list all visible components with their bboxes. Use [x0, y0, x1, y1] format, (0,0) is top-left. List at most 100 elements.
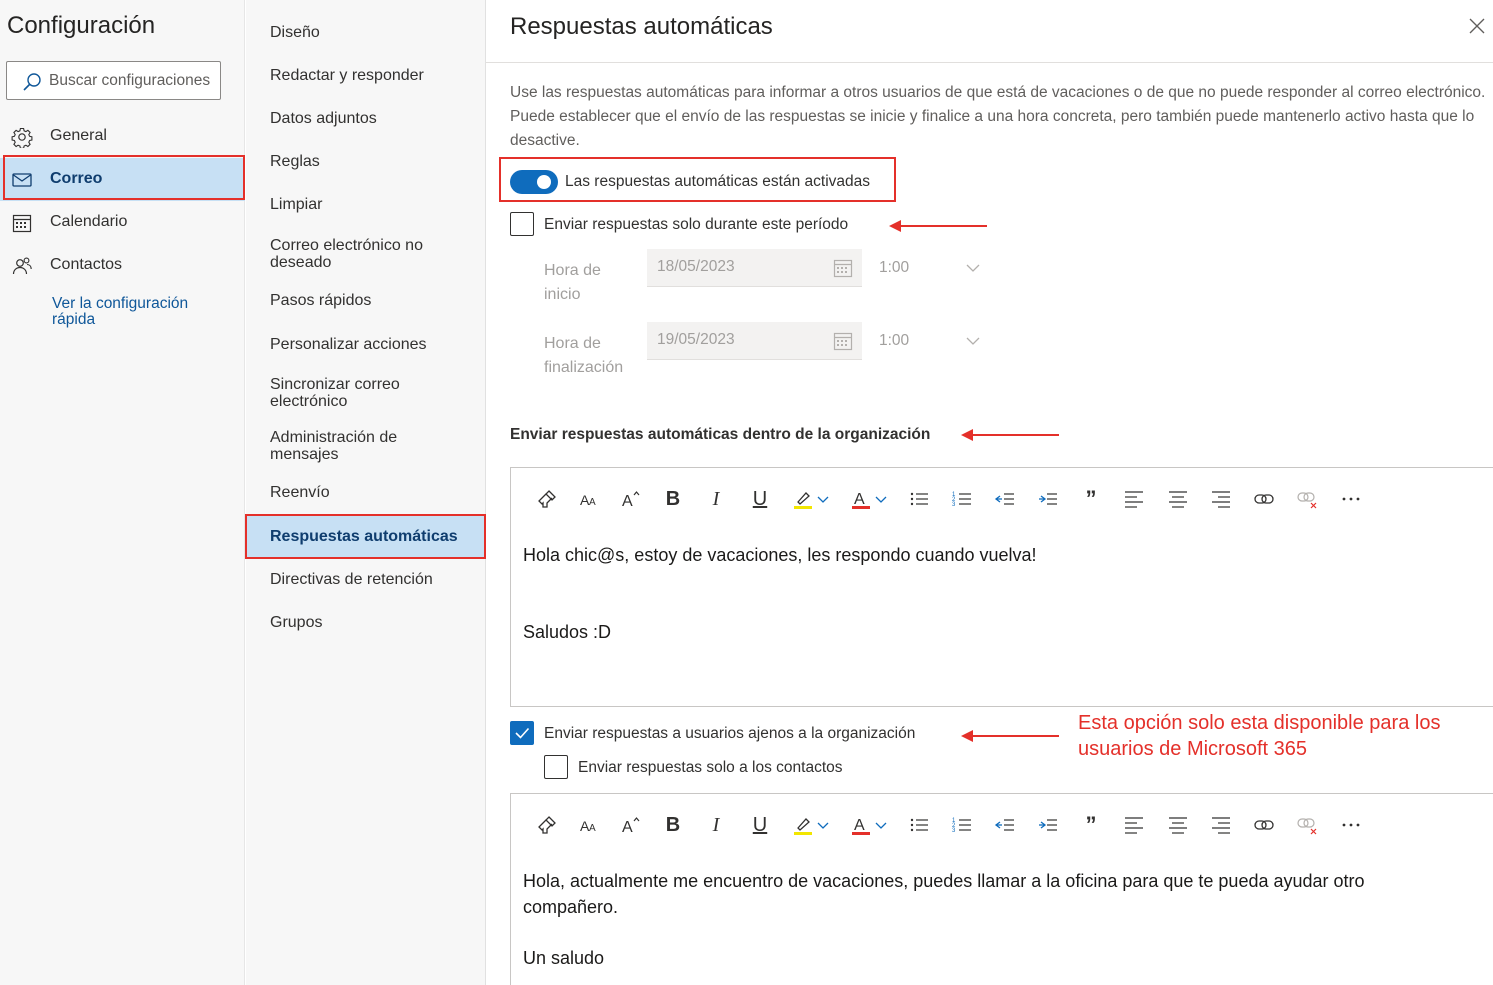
quote-icon[interactable]: ”	[1077, 812, 1105, 838]
indent-icon[interactable]	[1034, 812, 1062, 838]
period-checkbox[interactable]	[510, 212, 534, 236]
search-icon	[23, 73, 41, 91]
arrow-left-icon	[961, 730, 1059, 742]
settings-title: Configuración	[7, 12, 156, 39]
indent-icon[interactable]	[1034, 486, 1062, 512]
outdent-icon[interactable]	[991, 486, 1019, 512]
checkmark-icon	[515, 727, 530, 739]
category-calendario[interactable]: Calendario	[0, 201, 245, 244]
underline-icon[interactable]: U	[746, 486, 774, 512]
close-icon[interactable]	[1466, 15, 1488, 37]
end-time-label: Hora de finalización	[544, 335, 624, 376]
outside-message-line[interactable]: Hola, actualmente me encuentro de vacaci…	[523, 868, 1463, 920]
svg-text:3: 3	[952, 828, 956, 834]
chevron-down-icon[interactable]	[872, 812, 890, 838]
bullets-icon[interactable]	[905, 486, 933, 512]
arrow-left-icon	[889, 220, 987, 232]
unlink-icon[interactable]	[1293, 486, 1321, 512]
calendar-icon	[12, 214, 32, 233]
start-date-value: 18/05/2023	[657, 258, 735, 275]
divider	[486, 62, 1493, 63]
bold-icon[interactable]: B	[659, 812, 687, 838]
svg-text:A: A	[622, 493, 633, 510]
period-label: Enviar respuestas solo durante este perí…	[544, 216, 849, 233]
font-color-icon[interactable]: A	[847, 486, 875, 512]
search-box[interactable]	[6, 61, 221, 100]
format-painter-icon[interactable]	[533, 812, 561, 838]
search-input[interactable]	[49, 70, 219, 92]
unlink-icon[interactable]	[1293, 812, 1321, 838]
gear-icon	[11, 127, 33, 148]
nav-item-label: Personalizar acciones	[270, 336, 427, 353]
panel-title: Respuestas automáticas	[510, 13, 773, 40]
svg-text:3: 3	[952, 502, 956, 508]
underline-icon[interactable]: U	[746, 812, 774, 838]
align-center-icon[interactable]	[1164, 812, 1192, 838]
nav-item-label: Directivas de retención	[270, 571, 433, 588]
category-contactos[interactable]: Contactos	[0, 244, 245, 287]
format-painter-icon[interactable]	[533, 486, 561, 512]
svg-text:A: A	[854, 491, 865, 508]
calendar-icon	[833, 332, 853, 351]
font-grow-icon[interactable]: A	[617, 812, 645, 838]
arrow-left-icon	[961, 429, 1059, 441]
end-time-value: 1:00	[879, 332, 910, 349]
numbering-icon[interactable]: 123	[948, 812, 976, 838]
end-time-dropdown[interactable]: 1:00	[871, 323, 981, 361]
outside-org-checkbox[interactable]	[510, 721, 534, 745]
more-icon[interactable]	[1337, 486, 1365, 512]
editor-toolbar: AA A B I U A 123 ”	[511, 794, 1493, 854]
italic-icon[interactable]: I	[702, 812, 730, 838]
align-left-icon[interactable]	[1120, 812, 1148, 838]
font-size-icon[interactable]: AA	[575, 486, 603, 512]
font-size-icon[interactable]: AA	[575, 812, 603, 838]
nav-item-label: Administración de mensajes	[270, 429, 398, 463]
align-right-icon[interactable]	[1207, 486, 1235, 512]
inside-message-line[interactable]: Saludos :D	[523, 619, 611, 645]
font-color-icon[interactable]: A	[847, 812, 875, 838]
start-time-value: 1:00	[879, 259, 910, 276]
svg-text:A: A	[622, 819, 633, 836]
auto-replies-toggle[interactable]	[510, 170, 558, 194]
more-icon[interactable]	[1337, 812, 1365, 838]
align-left-icon[interactable]	[1120, 486, 1148, 512]
numbering-icon[interactable]: 123	[948, 486, 976, 512]
toggle-label: Las respuestas automáticas están activad…	[565, 173, 871, 190]
nav-item-respuestas-automaticas[interactable]: Respuestas automáticas	[246, 515, 486, 558]
chevron-down-icon[interactable]	[814, 812, 832, 838]
editor-toolbar: AA A B I U A 123 ”	[511, 468, 1493, 528]
annotation-note: Esta opción solo esta disponible para lo…	[1078, 712, 1441, 760]
nav-item-label: Correo electrónico no deseado	[270, 237, 423, 271]
bullets-icon[interactable]	[905, 812, 933, 838]
category-general[interactable]: General	[0, 115, 245, 158]
bold-icon[interactable]: B	[659, 486, 687, 512]
category-correo[interactable]: Correo	[0, 158, 245, 201]
chevron-down-icon	[966, 337, 980, 345]
start-time-dropdown[interactable]: 1:00	[871, 250, 981, 288]
align-right-icon[interactable]	[1207, 812, 1235, 838]
chevron-down-icon[interactable]	[814, 486, 832, 512]
link-icon[interactable]	[1250, 812, 1278, 838]
italic-icon[interactable]: I	[702, 486, 730, 512]
svg-text:A: A	[589, 497, 596, 508]
chevron-down-icon[interactable]	[872, 486, 890, 512]
highlight-icon[interactable]	[789, 486, 817, 512]
end-date-picker[interactable]: 19/05/2023	[647, 322, 862, 360]
contacts-only-label: Enviar respuestas solo a los contactos	[578, 759, 843, 776]
nav-item-label: Respuestas automáticas	[270, 528, 458, 545]
outdent-icon[interactable]	[991, 812, 1019, 838]
contacts-only-checkbox[interactable]	[544, 755, 568, 779]
outside-org-editor[interactable]: AA A B I U A 123 ” Hola, actualmente me …	[510, 793, 1493, 985]
quote-icon[interactable]: ”	[1077, 486, 1105, 512]
align-center-icon[interactable]	[1164, 486, 1192, 512]
nav-item-label: Sincronizar correo electrónico	[270, 376, 400, 410]
start-date-picker[interactable]: 18/05/2023	[647, 249, 862, 287]
inside-message-line[interactable]: Hola chic@s, estoy de vacaciones, les re…	[523, 542, 1037, 568]
outside-message-line[interactable]: Un saludo	[523, 945, 604, 971]
inside-org-editor[interactable]: AA A B I U A 123 ” Hola chic@s, estoy de…	[510, 467, 1493, 707]
highlight-icon[interactable]	[789, 812, 817, 838]
quick-settings-link[interactable]: Ver la configuración rápida	[52, 296, 222, 328]
mail-icon	[12, 173, 32, 187]
link-icon[interactable]	[1250, 486, 1278, 512]
font-grow-icon[interactable]: A	[617, 486, 645, 512]
